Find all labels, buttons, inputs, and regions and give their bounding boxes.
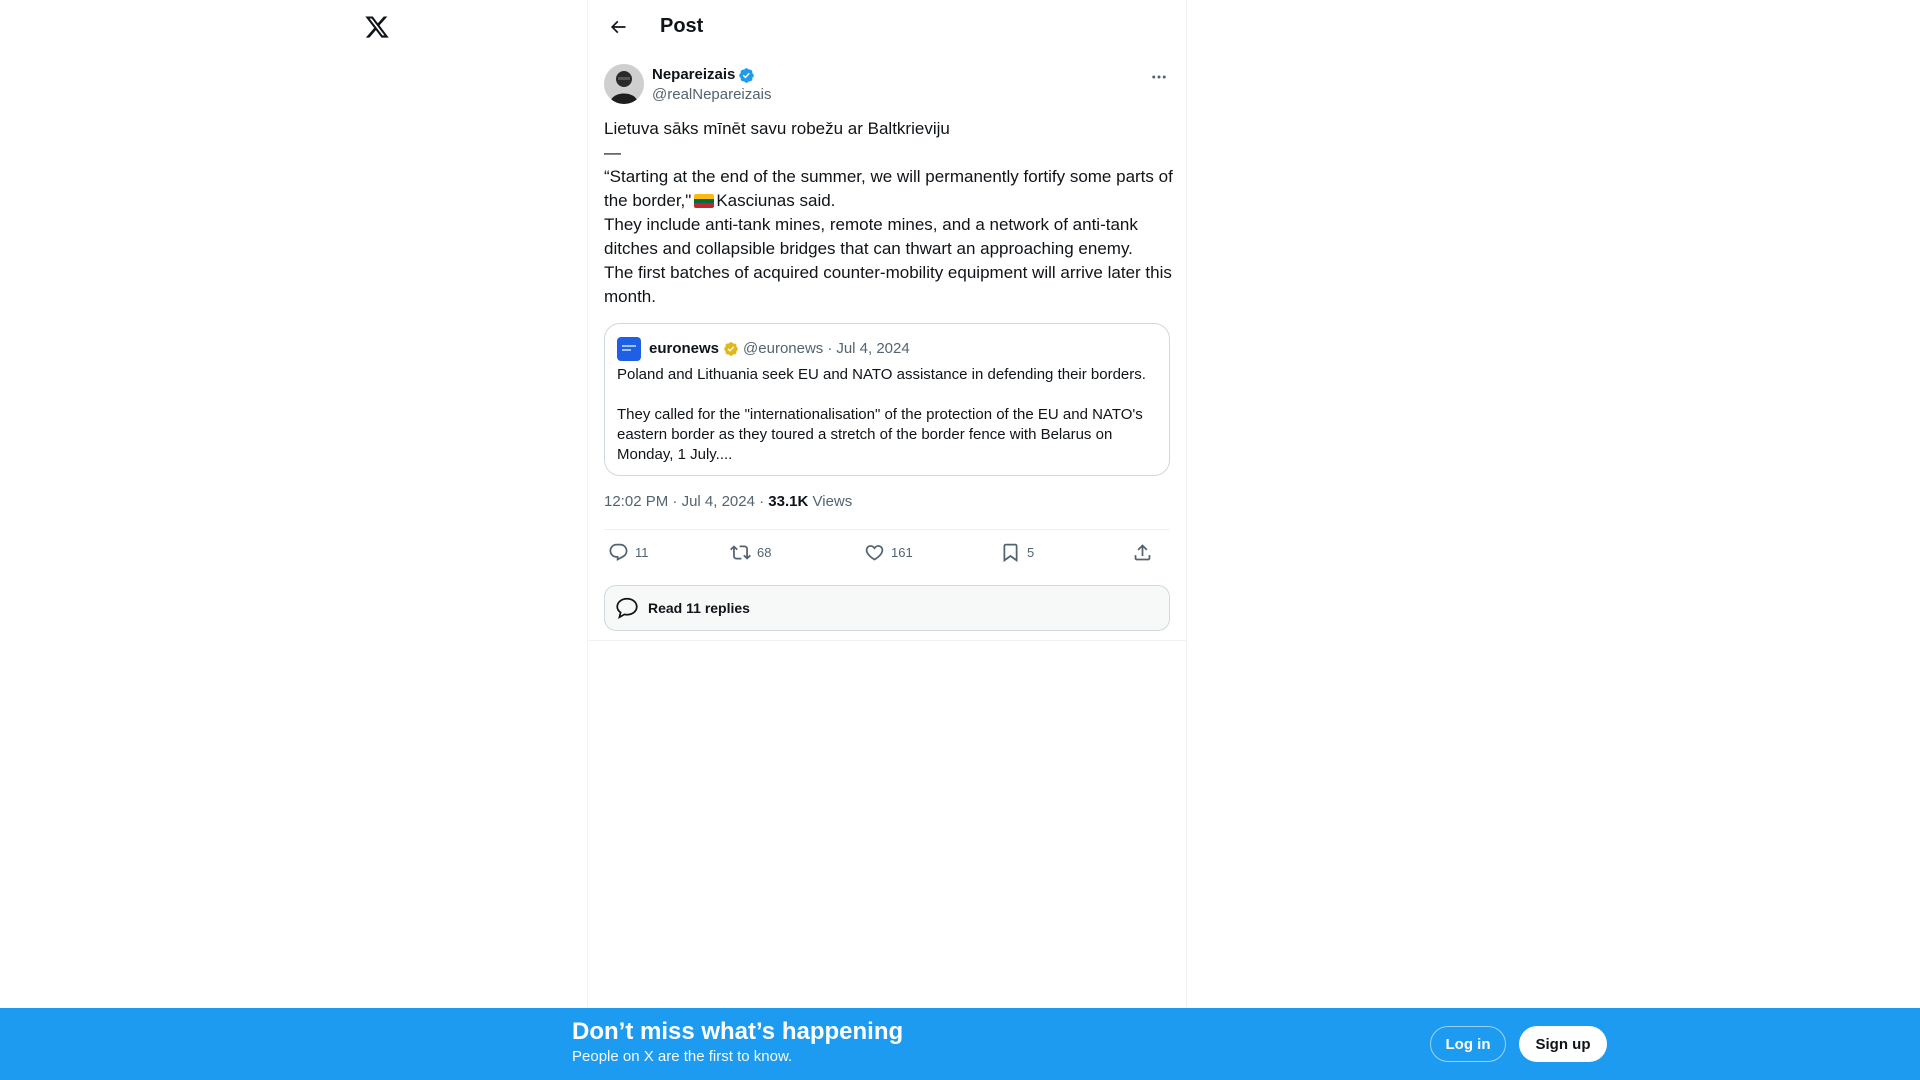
main-column: Post Nepareizais @realNepareizais Lietuv… [587, 0, 1187, 1008]
bookmark-button[interactable]: 5 [1000, 542, 1034, 563]
repost-count: 68 [757, 545, 772, 560]
tweet-time[interactable]: 12:02 PM [604, 493, 668, 510]
reply-icon [609, 543, 628, 561]
views-count: 33.1K [768, 493, 809, 510]
speech-bubble-icon [616, 597, 638, 619]
quoted-author-handle: @euronews [743, 340, 824, 357]
tweet-quote-attribution: Kasciunas said. [716, 191, 836, 210]
gold-verified-badge-icon [723, 341, 739, 357]
author-handle[interactable]: @realNepareizais [652, 86, 771, 104]
quoted-tweet-body: Poland and Lithuania seek EU and NATO as… [617, 365, 1162, 465]
quoted-paragraph: They called for the "internationalisatio… [617, 406, 1143, 463]
tweet-line: They include anti-tank mines, remote min… [604, 215, 1138, 258]
quoted-date: Jul 4, 2024 [836, 340, 910, 357]
tweet-actions-bar: 11 68 161 5 [604, 529, 1170, 577]
repost-button[interactable]: 68 [730, 542, 771, 563]
author-name[interactable]: Nepareizais [652, 66, 755, 84]
verified-badge-icon [738, 67, 755, 84]
login-button[interactable]: Log in [1430, 1026, 1506, 1062]
bookmark-count: 5 [1027, 545, 1035, 560]
author-name-text: Nepareizais [652, 66, 736, 83]
separator-dot: · [672, 493, 678, 510]
post-header: Post [588, 0, 1186, 53]
reply-count: 11 [635, 545, 649, 560]
more-horizontal-icon [1152, 75, 1166, 79]
more-options-button[interactable] [1148, 66, 1170, 88]
share-button[interactable] [1132, 542, 1153, 563]
tweet-date[interactable]: Jul 4, 2024 [682, 493, 755, 510]
separator-dot: · [827, 340, 833, 357]
back-button[interactable] [604, 13, 632, 41]
like-button[interactable]: 161 [864, 542, 913, 563]
tweet-line: The first batches of acquired counter-mo… [604, 263, 1172, 306]
tweet-line: — [604, 143, 621, 162]
tweet-author: Nepareizais @realNepareizais [604, 64, 1170, 106]
tweet-line: “Starting at the end of the summer, we w… [604, 165, 1174, 213]
arrow-left-icon [610, 20, 626, 34]
heart-icon [865, 545, 884, 561]
share-icon [1134, 544, 1151, 561]
read-replies-button[interactable]: Read 11 replies [604, 585, 1170, 631]
repost-icon [730, 545, 751, 560]
banner-title: Don’t miss what’s happening [572, 1018, 904, 1045]
bookmark-icon [1003, 543, 1018, 563]
avatar[interactable] [604, 64, 644, 104]
tweet-line: Lietuva sāks mīnēt savu robežu ar Baltkr… [604, 119, 950, 138]
x-logo-icon[interactable] [364, 14, 390, 40]
quoted-tweet[interactable]: euronews @euronews · Jul 4, 2024 Poland … [604, 323, 1170, 476]
quoted-tweet-header: euronews @euronews · Jul 4, 2024 [617, 337, 910, 361]
quoted-paragraph: Poland and Lithuania seek EU and NATO as… [617, 366, 1146, 383]
quoted-avatar [617, 337, 641, 361]
signup-button[interactable]: Sign up [1519, 1026, 1607, 1062]
signup-banner: Don’t miss what’s happening People on X … [0, 1008, 1920, 1080]
tweet-metadata: 12:02 PM · Jul 4, 2024 · 33.1K Views [604, 492, 852, 512]
reply-button[interactable]: 11 [608, 542, 649, 563]
read-replies-label: Read 11 replies [648, 600, 750, 616]
like-count: 161 [891, 545, 913, 560]
divider [588, 640, 1186, 641]
lithuania-flag-icon [694, 194, 715, 208]
quoted-author-name: euronews [649, 340, 720, 357]
views-label: Views [812, 493, 853, 510]
tweet-quote-text: “Starting at the end of the summer, we w… [604, 167, 1173, 210]
separator-dot: · [759, 493, 765, 510]
page-title: Post [660, 15, 704, 37]
tweet-text: Lietuva sāks mīnēt savu robežu ar Baltkr… [604, 117, 1174, 309]
banner-subtitle: People on X are the first to know. [572, 1048, 793, 1065]
